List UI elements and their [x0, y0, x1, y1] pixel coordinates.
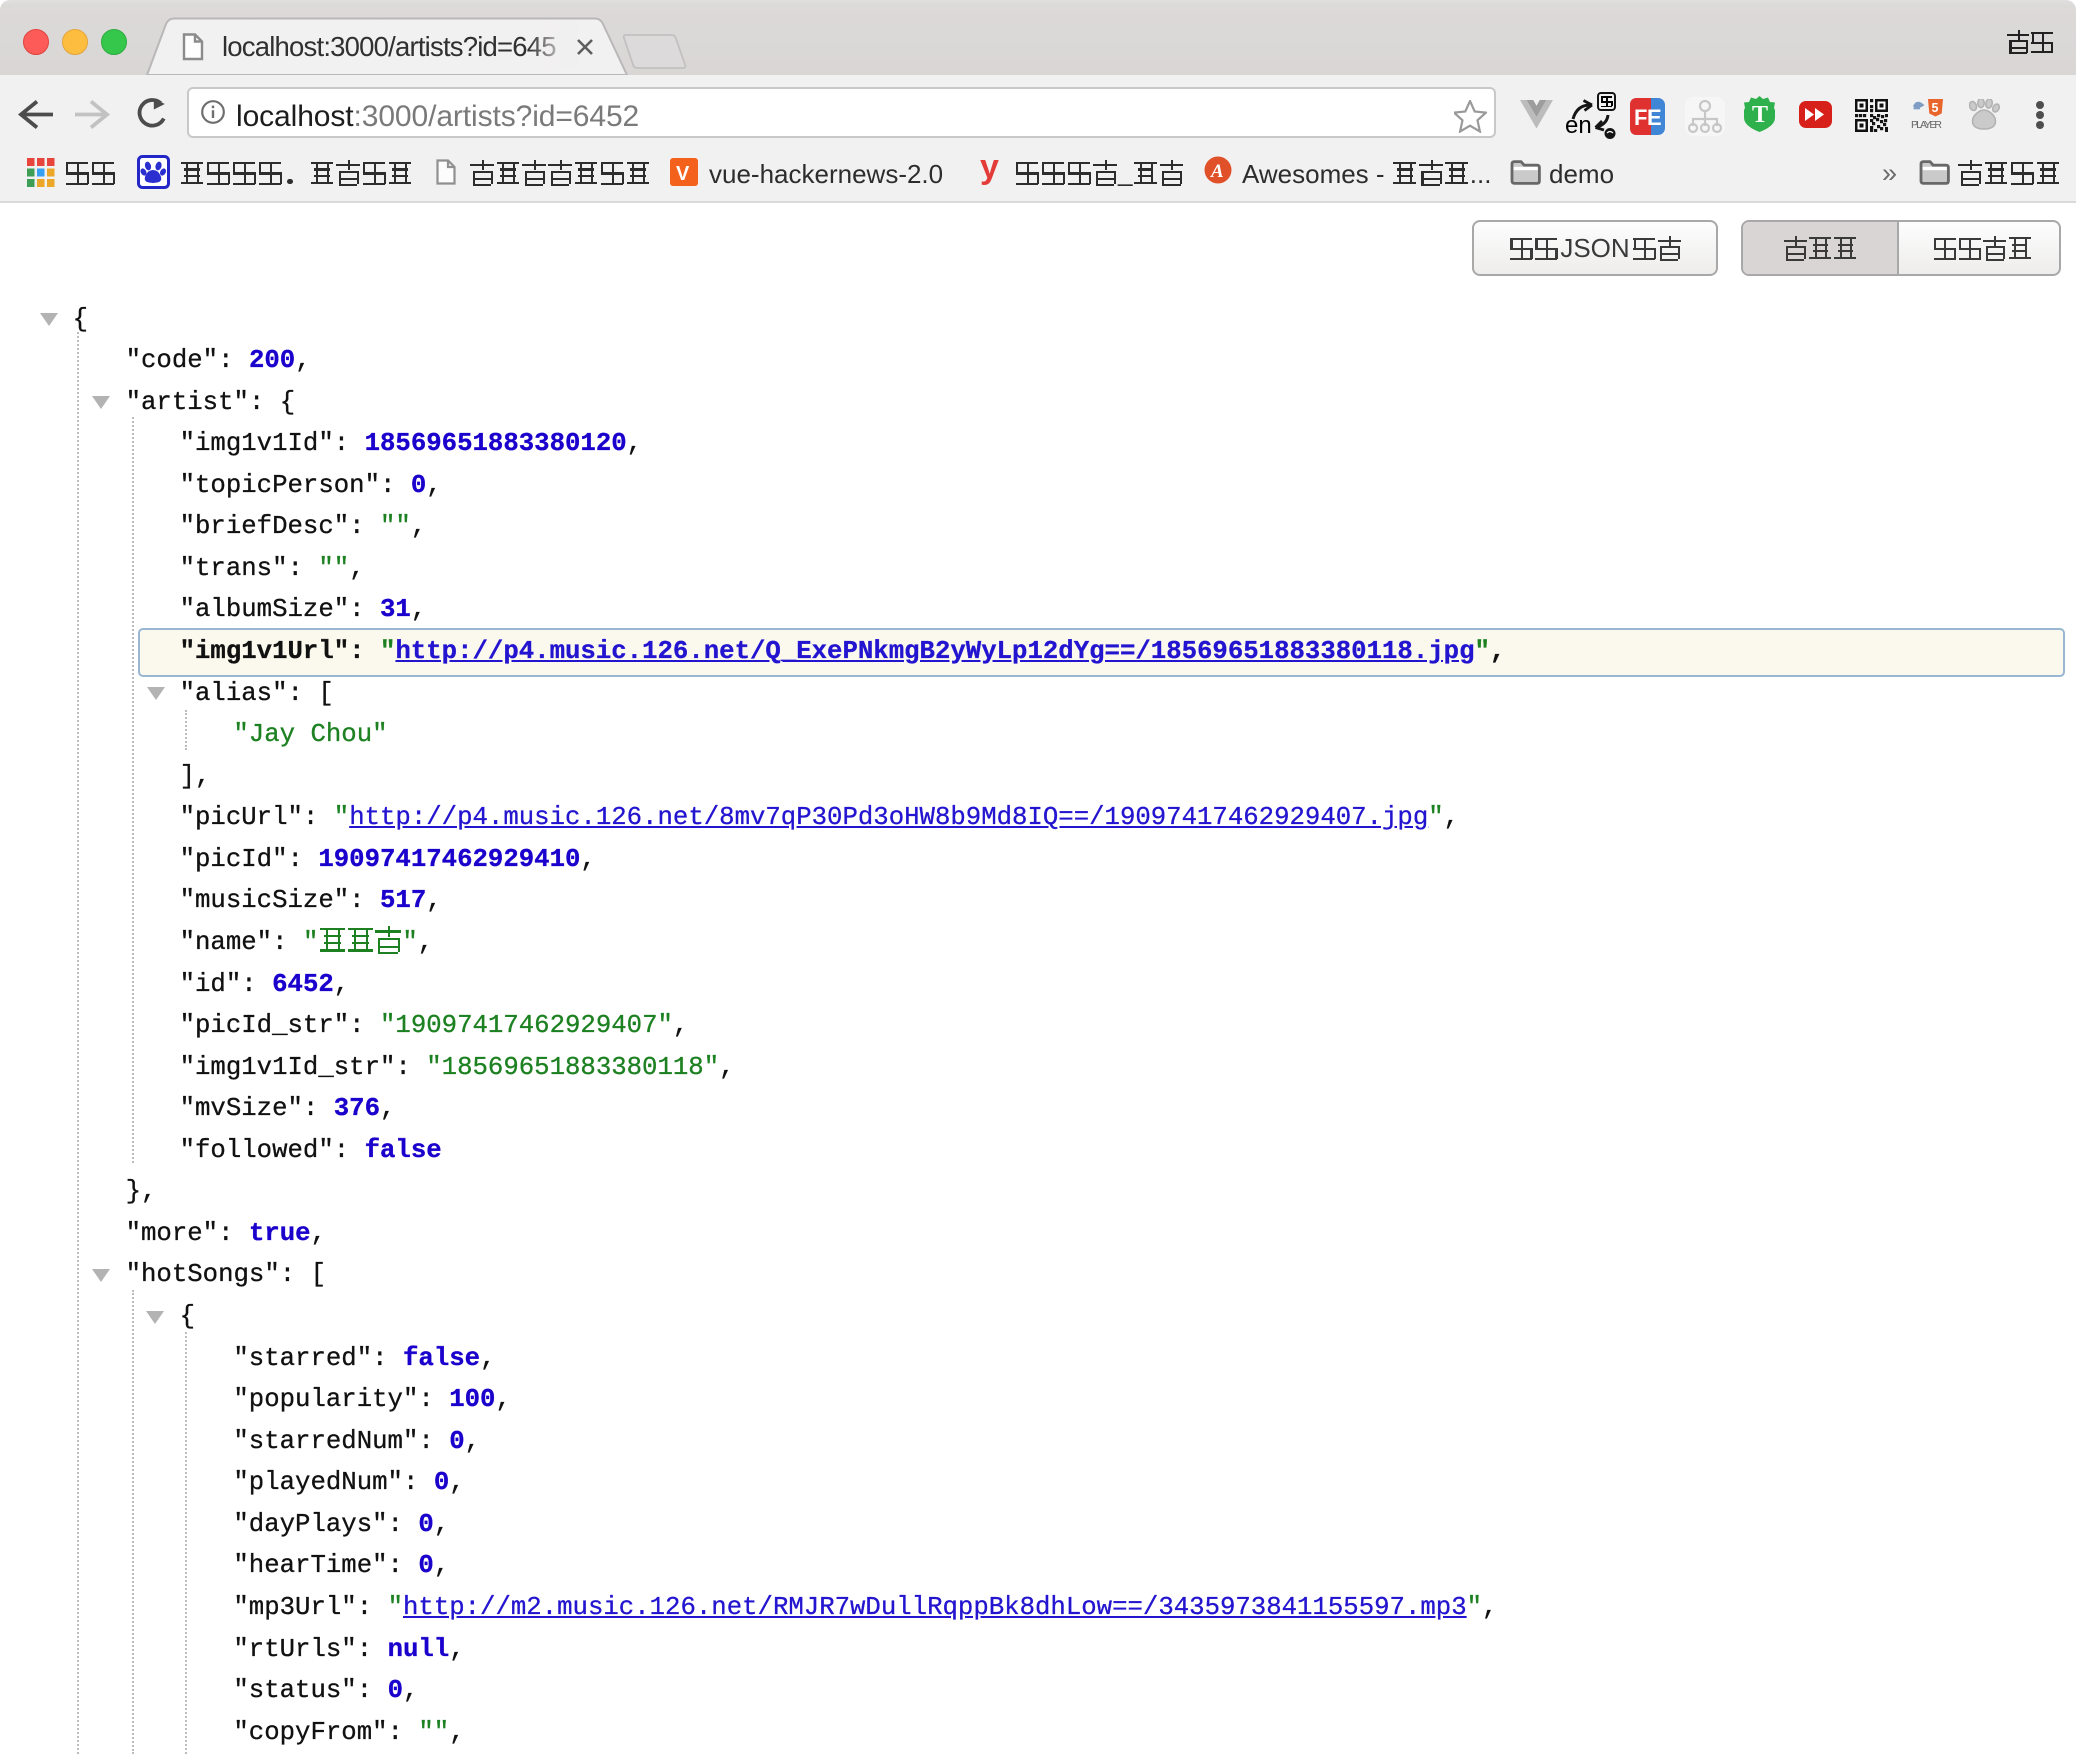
svg-text:PLAYER: PLAYER	[1911, 119, 1942, 131]
svg-text:5: 5	[1932, 101, 1939, 115]
svg-text:V: V	[676, 163, 690, 185]
svg-text:y: y	[980, 152, 999, 186]
svg-text:T: T	[1752, 102, 1768, 128]
svg-text:E: E	[1647, 105, 1662, 130]
svg-text:F: F	[1634, 105, 1647, 130]
svg-text:A: A	[1210, 161, 1224, 182]
